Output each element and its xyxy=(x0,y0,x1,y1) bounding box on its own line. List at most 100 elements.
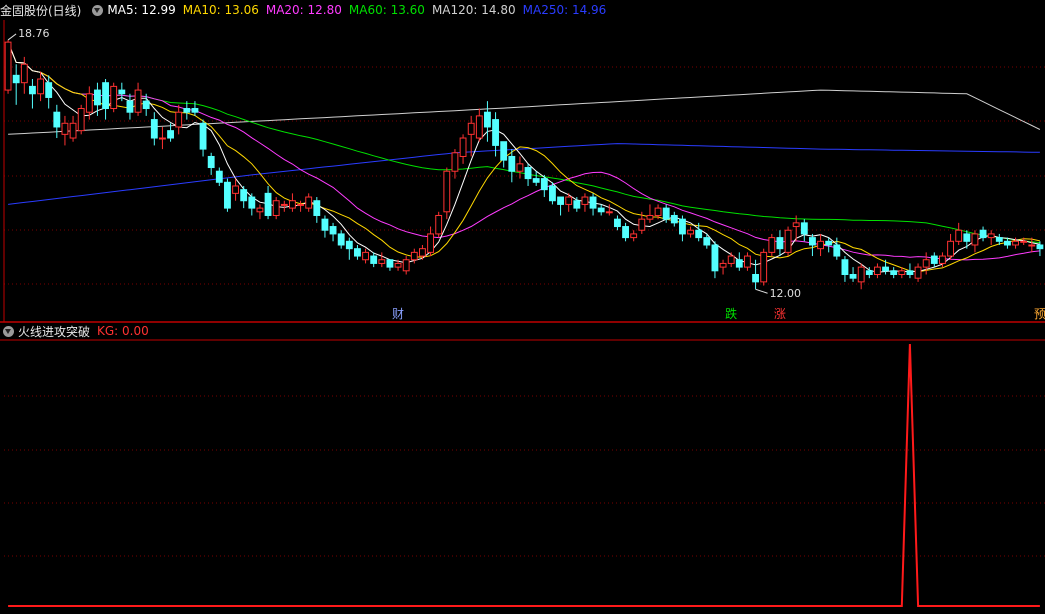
candle-body xyxy=(516,163,524,172)
candle-body xyxy=(614,218,621,228)
candle-body xyxy=(995,237,1003,242)
candle-body xyxy=(321,218,329,231)
candle-body xyxy=(240,189,248,202)
candle-body xyxy=(175,111,183,128)
kline-chart[interactable]: 18.76 12.00 财 跌 涨 预 xyxy=(0,0,1045,614)
candle-body xyxy=(865,270,873,275)
candle-body xyxy=(630,233,638,239)
candle-body xyxy=(102,82,109,110)
candle-body xyxy=(622,226,629,239)
candle-body xyxy=(744,255,751,268)
candle-body xyxy=(1012,240,1019,246)
candle-body xyxy=(833,244,841,257)
candle-body xyxy=(264,192,272,216)
event-label: 涨 xyxy=(774,306,786,321)
kg-indicator-line xyxy=(8,343,1040,607)
candle-body xyxy=(20,63,28,84)
candle-body xyxy=(662,207,670,220)
low-price-label: 12.00 xyxy=(770,287,802,300)
candle-body xyxy=(12,74,20,84)
candle-body xyxy=(776,237,784,250)
candle-body xyxy=(29,85,36,95)
candle-body xyxy=(817,240,824,250)
candle-body xyxy=(183,108,191,113)
candle-body xyxy=(337,233,345,246)
candle-body xyxy=(898,270,906,275)
candle-body xyxy=(792,222,800,228)
ma5-line xyxy=(7,41,1040,273)
candle-body xyxy=(443,170,451,213)
candle-body xyxy=(354,248,361,257)
candle-body xyxy=(118,89,126,95)
candle-body xyxy=(605,211,613,214)
candle-body xyxy=(532,178,540,183)
candle-body xyxy=(549,185,556,202)
candle-body xyxy=(207,155,215,169)
event-label: 跌 xyxy=(725,306,737,321)
candle-body xyxy=(85,93,93,113)
candle-body xyxy=(53,111,61,128)
candle-body xyxy=(4,41,12,91)
candle-body xyxy=(874,266,881,275)
candle-body xyxy=(695,229,703,239)
candle-body xyxy=(711,244,719,272)
candle-body xyxy=(37,78,44,95)
candle-body xyxy=(573,200,581,209)
candle-body xyxy=(150,119,158,139)
candle-body xyxy=(809,237,816,246)
candle-body xyxy=(654,207,662,216)
candle-body xyxy=(524,167,532,180)
candle-body xyxy=(971,233,979,246)
candle-body xyxy=(768,237,776,253)
candle-body xyxy=(467,122,475,135)
candle-body xyxy=(435,214,443,235)
candle-body xyxy=(890,270,898,275)
candle-body xyxy=(784,229,792,253)
candle-body xyxy=(540,178,548,191)
high-price-label: 18.76 xyxy=(18,27,50,40)
candle-body xyxy=(159,137,166,140)
candle-body xyxy=(646,214,654,220)
candle-body xyxy=(979,229,987,239)
event-label: 财 xyxy=(392,307,404,321)
candle-body xyxy=(760,251,768,283)
candle-body xyxy=(849,273,857,279)
candle-body xyxy=(581,196,589,205)
candle-body xyxy=(134,89,142,113)
candle-body xyxy=(800,222,808,235)
candle-body xyxy=(922,259,930,268)
candle-body xyxy=(370,255,378,264)
candle-body xyxy=(670,214,678,224)
candle-body xyxy=(313,200,321,216)
candle-body xyxy=(703,237,711,246)
candle-body xyxy=(451,152,459,172)
candle-body xyxy=(557,196,564,205)
candle-body xyxy=(142,100,150,110)
candle-body xyxy=(475,115,483,139)
candle-body xyxy=(305,196,313,209)
candle-body xyxy=(492,119,499,146)
candle-body xyxy=(419,248,426,257)
candle-body xyxy=(638,218,646,231)
candle-body xyxy=(248,196,256,209)
candle-body xyxy=(882,266,889,272)
candle-body xyxy=(719,262,727,268)
candle-body xyxy=(687,229,694,235)
candle-body xyxy=(77,108,85,132)
candle-body xyxy=(289,200,296,209)
candle-body xyxy=(1036,244,1044,250)
candle-body xyxy=(199,122,207,150)
high-marker-arrow xyxy=(7,33,17,41)
candle-body xyxy=(679,218,686,235)
candle-body xyxy=(256,207,264,213)
candle-body xyxy=(589,196,597,209)
candle-body xyxy=(987,233,995,239)
candle-body xyxy=(272,200,280,216)
candle-body xyxy=(45,82,53,98)
candle-body xyxy=(345,240,353,250)
candle-body xyxy=(508,155,516,172)
candle-body xyxy=(427,233,434,253)
candle-body xyxy=(402,259,410,272)
candle-body xyxy=(215,170,223,183)
candle-body xyxy=(394,262,402,268)
